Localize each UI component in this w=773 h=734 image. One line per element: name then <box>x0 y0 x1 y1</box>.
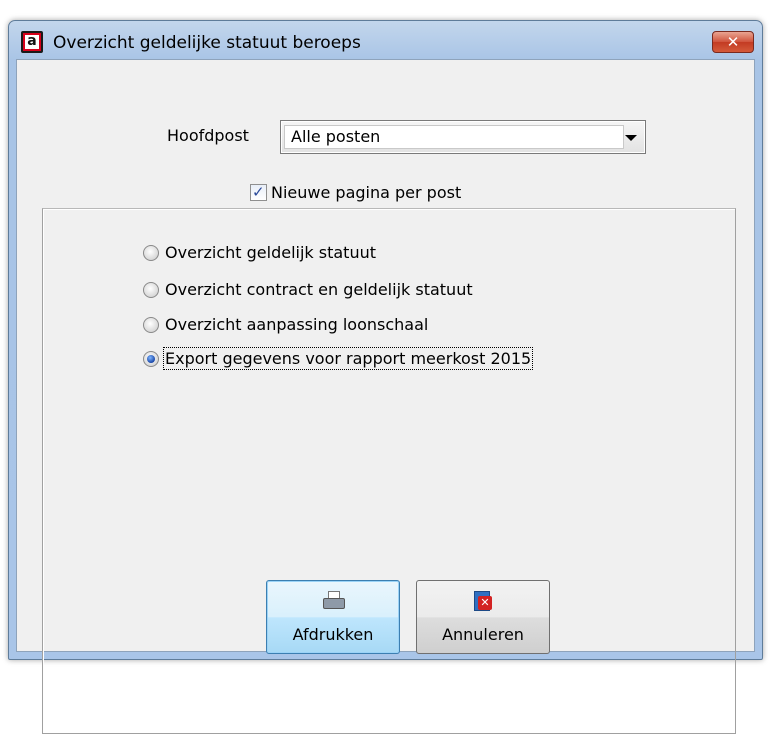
report-type-group: Overzicht geldelijk statuut Overzicht co… <box>42 208 736 734</box>
radio-label: Overzicht contract en geldelijk statuut <box>165 280 473 299</box>
dialog-content: Hoofdpost Alle posten ✓ Nieuwe pagina pe… <box>16 59 755 734</box>
dialog-window: a Overzicht geldelijke statuut beroeps ✕… <box>8 20 763 734</box>
cancel-icon: ✕ <box>474 591 492 611</box>
cancel-button-label: Annuleren <box>442 625 524 644</box>
cancel-button[interactable]: ✕ Annuleren <box>416 580 550 654</box>
radio-label: Overzicht geldelijk statuut <box>165 243 376 262</box>
checkmark-icon: ✓ <box>252 183 265 201</box>
title-bar[interactable]: a Overzicht geldelijke statuut beroeps ✕ <box>9 21 762 53</box>
window-title: Overzicht geldelijke statuut beroeps <box>53 33 361 53</box>
radio-button[interactable] <box>143 245 159 261</box>
radio-button[interactable] <box>143 282 159 298</box>
new-page-per-post-checkbox[interactable]: ✓ <box>250 183 267 201</box>
hoofdpost-selected-value: Alle posten <box>284 125 624 149</box>
hoofdpost-dropdown[interactable]: Alle posten <box>280 120 646 154</box>
printer-icon <box>323 591 345 609</box>
radio-button[interactable] <box>143 317 159 333</box>
radio-label: Export gegevens voor rapport meerkost 20… <box>162 347 534 370</box>
radio-label: Overzicht aanpassing loonschaal <box>165 315 429 334</box>
print-button[interactable]: Afdrukken <box>266 580 400 654</box>
print-button-label: Afdrukken <box>292 625 374 644</box>
close-button[interactable]: ✕ <box>712 31 754 53</box>
app-logo-icon: a <box>21 31 43 53</box>
chevron-down-icon[interactable] <box>625 135 637 141</box>
radio-button-selected[interactable] <box>143 351 159 367</box>
new-page-per-post-label: Nieuwe pagina per post <box>271 183 462 202</box>
hoofdpost-label: Hoofdpost <box>167 126 249 145</box>
